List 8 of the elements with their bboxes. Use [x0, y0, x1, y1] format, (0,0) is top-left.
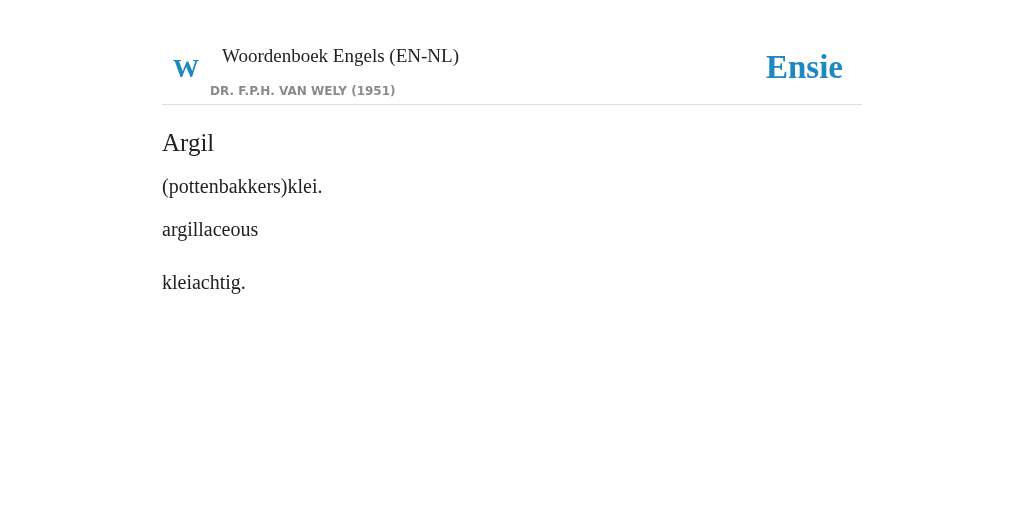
brand-logo[interactable]: Ensie	[765, 49, 843, 86]
dictionary-author: DR. F.P.H. VAN WELY (1951)	[210, 84, 397, 98]
entry-definition: (pottenbakkers)klei.	[162, 175, 324, 198]
dictionary-title: Woordenboek Engels (EN-NL)	[222, 45, 460, 67]
entry-definition: kleiachtig.	[162, 271, 247, 294]
entry-term: argillaceous	[162, 218, 260, 241]
entry-headword: Argil	[162, 129, 216, 157]
logo-letter: W	[173, 54, 200, 84]
